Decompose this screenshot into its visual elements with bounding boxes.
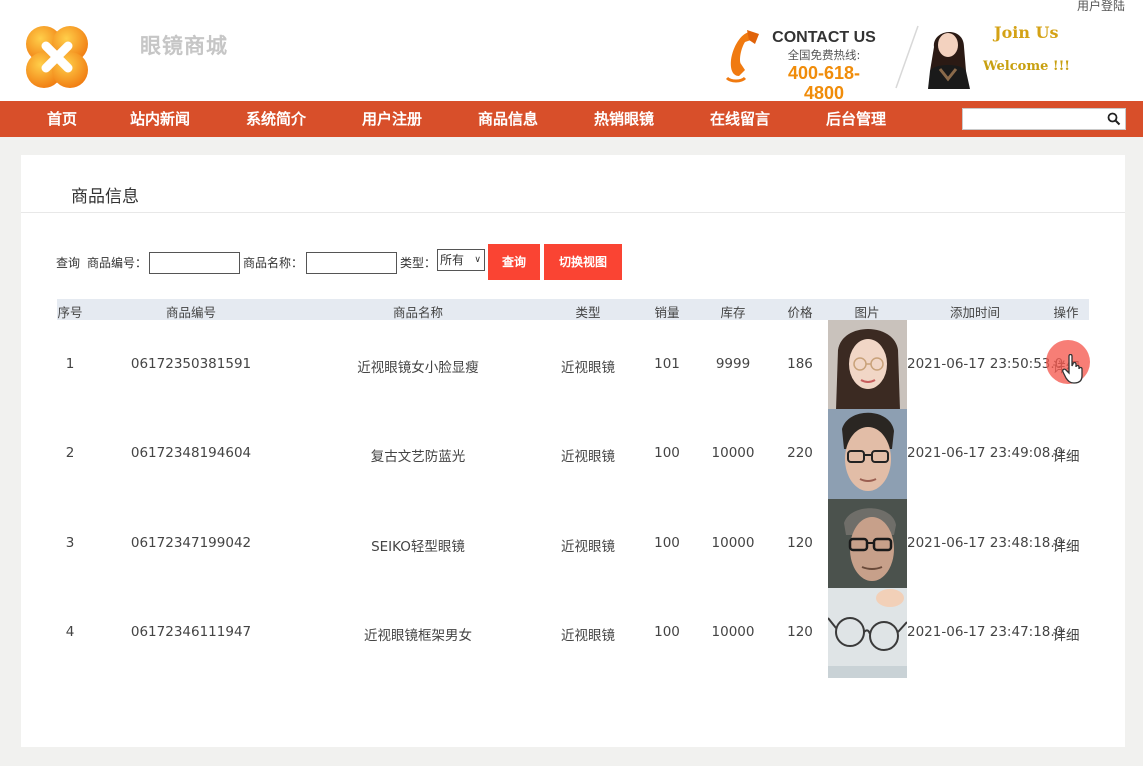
cell-sales: 101: [654, 356, 680, 372]
hand-cursor-icon: [1062, 354, 1083, 384]
detail-link[interactable]: 详细: [1053, 445, 1080, 465]
product-image: [828, 499, 907, 589]
cell-price: 220: [787, 445, 813, 461]
cell-price: 120: [787, 624, 813, 640]
nav-search: [962, 108, 1126, 130]
cell-type: 近视眼镜: [561, 360, 615, 376]
cell-code: 06172346111947: [130, 624, 252, 640]
cell-no: 1: [65, 356, 75, 372]
join-us-text: Join Us: [994, 23, 1059, 42]
chevron-down-icon: ∨: [474, 255, 481, 265]
table-row: 4 06172346111947 近视眼镜框架男女 近视眼镜 100 10000…: [57, 588, 1089, 678]
product-image: [828, 320, 907, 410]
nav-news[interactable]: 站内新闻: [130, 101, 190, 137]
col-sales: 销量: [654, 305, 680, 320]
cell-type: 近视眼镜: [561, 539, 615, 555]
col-stock: 库存: [720, 305, 746, 320]
contact-title: CONTACT US: [772, 29, 876, 46]
type-select-value: 所有: [440, 253, 465, 267]
cell-code: 06172350381591: [130, 356, 252, 372]
avatar: [928, 31, 970, 89]
contact-phone: 400-618-4800: [787, 63, 861, 103]
nav-hot-glasses[interactable]: 热销眼镜: [594, 101, 654, 137]
header: 用户登陆 眼镜商城 CONTACT US 全国免费热线: 400-618-480…: [0, 0, 1143, 103]
cell-stock: 9999: [715, 356, 751, 372]
cell-stock: 10000: [711, 624, 755, 640]
type-label: 类型：: [400, 256, 437, 270]
query-button[interactable]: 查询: [488, 244, 540, 280]
site-name: 眼镜商城: [140, 33, 228, 58]
cell-sales: 100: [654, 624, 680, 640]
search-input[interactable]: [963, 109, 1103, 129]
cell-no: 3: [65, 535, 75, 551]
cell-price: 186: [787, 356, 813, 372]
table-header: 序号 商品编号 商品名称 类型 销量 库存 价格 图片 添加时间 操作: [57, 299, 1089, 320]
nav-messages[interactable]: 在线留言: [710, 101, 770, 137]
cell-time: 2021-06-17 23:49:08.0: [907, 445, 1064, 461]
cell-time: 2021-06-17 23:48:18.0: [907, 535, 1064, 551]
welcome-text: Welcome !!!: [983, 59, 1071, 74]
code-label: 商品编号：: [87, 256, 148, 270]
col-price: 价格: [787, 305, 813, 320]
cell-name: 近视眼镜框架男女: [364, 628, 472, 644]
divider: [895, 25, 919, 89]
col-type: 类型: [575, 305, 601, 320]
cell-time: 2021-06-17 23:50:53.0: [907, 356, 1064, 372]
phone-icon: [725, 30, 759, 83]
nav-about[interactable]: 系统简介: [246, 101, 306, 137]
user-login-link[interactable]: 用户登陆: [1077, 0, 1125, 14]
logo-icon[interactable]: [22, 22, 92, 92]
product-image: [828, 588, 907, 678]
detail-link[interactable]: 详细: [1053, 624, 1080, 644]
contact-block: CONTACT US 全国免费热线: 400-618-4800: [768, 29, 880, 103]
col-image: 图片: [854, 305, 880, 320]
product-image: [828, 409, 907, 499]
col-time: 添加时间: [949, 305, 1001, 320]
name-label: 商品名称：: [243, 256, 304, 270]
cell-name: SEIKO轻型眼镜: [371, 539, 465, 555]
col-code: 商品编号: [165, 305, 217, 320]
cell-no: 2: [65, 445, 75, 461]
cell-no: 4: [65, 624, 75, 640]
nav-admin[interactable]: 后台管理: [826, 101, 886, 137]
cell-sales: 100: [654, 445, 680, 461]
cell-stock: 10000: [711, 535, 755, 551]
nav-products[interactable]: 商品信息: [478, 101, 538, 137]
table-row: 3 06172347199042 SEIKO轻型眼镜 近视眼镜 100 1000…: [57, 499, 1089, 589]
cell-sales: 100: [654, 535, 680, 551]
query-label: 查询: [56, 256, 81, 270]
search-icon[interactable]: [1107, 112, 1121, 126]
type-select[interactable]: 所有 ∨: [437, 249, 485, 271]
cell-stock: 10000: [711, 445, 755, 461]
table-row: 2 06172348194604 复古文艺防蓝光 近视眼镜 100 10000 …: [57, 409, 1089, 499]
cell-name: 复古文艺防蓝光: [370, 449, 466, 465]
cell-price: 120: [787, 535, 813, 551]
cell-type: 近视眼镜: [561, 449, 615, 465]
col-action: 操作: [1053, 305, 1079, 320]
cell-name: 近视眼镜女小脸显瘦: [357, 360, 479, 376]
col-no: 序号: [57, 305, 83, 320]
code-input[interactable]: [149, 252, 240, 274]
cell-code: 06172348194604: [130, 445, 252, 461]
cell-type: 近视眼镜: [561, 628, 615, 644]
cell-time: 2021-06-17 23:47:18.0: [907, 624, 1064, 640]
col-name: 商品名称: [392, 305, 444, 320]
contact-subtitle: 全国免费热线:: [787, 48, 861, 62]
nav-home[interactable]: 首页: [47, 101, 77, 137]
title-divider: [21, 212, 1125, 213]
page-title: 商品信息: [71, 187, 139, 207]
table-row: 1 06172350381591 近视眼镜女小脸显瘦 近视眼镜 101 9999…: [57, 320, 1089, 410]
name-input[interactable]: [306, 252, 397, 274]
cell-code: 06172347199042: [130, 535, 252, 551]
nav-register[interactable]: 用户注册: [362, 101, 422, 137]
detail-link[interactable]: 详细: [1053, 535, 1080, 555]
switch-view-button[interactable]: 切换视图: [544, 244, 622, 280]
filter-bar: 查询 商品编号： 商品名称： 类型： 所有 ∨ 查询 切换视图: [21, 244, 1125, 280]
